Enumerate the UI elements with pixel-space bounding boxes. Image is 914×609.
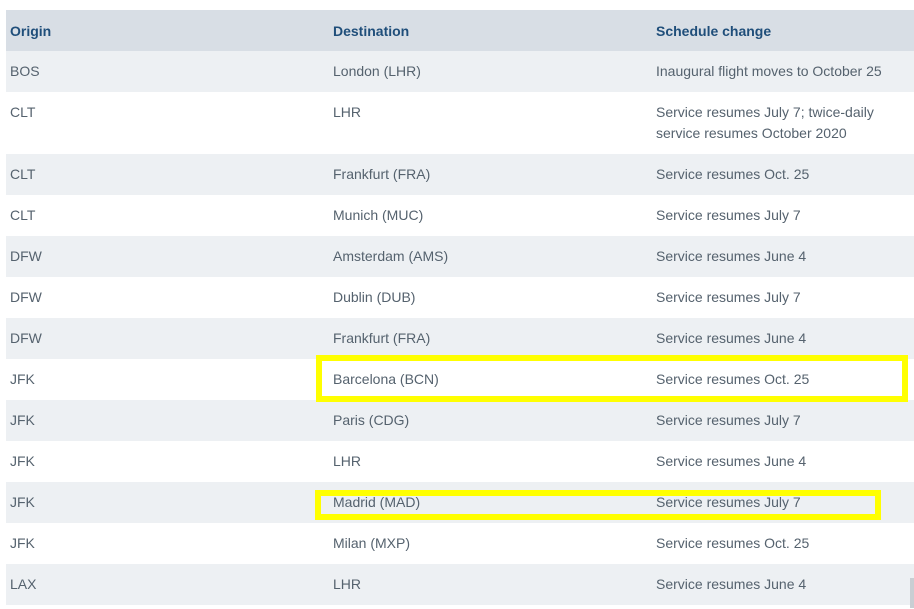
- cell-schedule-change: Inaugural flight moves to October 25: [656, 63, 882, 79]
- cell-schedule-change: Service resumes July 7: [656, 412, 801, 428]
- cell-origin: JFK: [10, 412, 35, 428]
- cell-destination: London (LHR): [333, 63, 421, 79]
- cell-schedule-change: Service resumes July 7: [656, 289, 801, 305]
- cell-destination: Paris (CDG): [333, 412, 410, 428]
- table-row: DFW Dublin (DUB) Service resumes July 7: [6, 277, 914, 318]
- cell-origin: JFK: [10, 494, 35, 510]
- cell-origin: JFK: [10, 453, 35, 469]
- cell-destination: LHR: [333, 104, 362, 120]
- cell-destination: Frankfurt (FRA): [333, 166, 431, 182]
- cell-schedule-change: Service resumes June 4: [656, 330, 807, 346]
- cell-schedule-change: Service resumes Oct. 25: [656, 535, 810, 551]
- cell-schedule-change: Service resumes July 7: [656, 207, 801, 223]
- cell-schedule-change: Service resumes June 4: [656, 248, 807, 264]
- table-row: LAX LHR Service resumes June 4: [6, 564, 914, 605]
- table-row: JFK Paris (CDG) Service resumes July 7: [6, 400, 914, 441]
- cell-origin: LAX: [10, 576, 37, 592]
- table-row: CLT Frankfurt (FRA) Service resumes Oct.…: [6, 154, 914, 195]
- cell-origin: CLT: [10, 104, 36, 120]
- table-header-row: Origin Destination Schedule change: [6, 10, 914, 51]
- cell-destination: LHR: [333, 576, 362, 592]
- cell-destination: Milan (MXP): [333, 535, 411, 551]
- cell-destination: Frankfurt (FRA): [333, 330, 431, 346]
- header-origin: Origin: [10, 23, 52, 39]
- cell-destination: Munich (MUC): [333, 207, 424, 223]
- cell-destination: Dublin (DUB): [333, 289, 416, 305]
- cell-destination: Madrid (MAD): [333, 494, 421, 510]
- cell-origin: DFW: [10, 330, 42, 346]
- cell-schedule-change: Service resumes Oct. 25: [656, 371, 810, 387]
- header-schedule-change: Schedule change: [656, 23, 772, 39]
- table-row: JFK Milan (MXP) Service resumes Oct. 25: [6, 523, 914, 564]
- schedule-table: Origin Destination Schedule change BOS L…: [6, 10, 914, 605]
- cell-origin: JFK: [10, 535, 35, 551]
- cell-schedule-change: Service resumes June 4: [656, 453, 807, 469]
- table-row: BOS London (LHR) Inaugural flight moves …: [6, 51, 914, 92]
- table-row: DFW Frankfurt (FRA) Service resumes June…: [6, 318, 914, 359]
- cell-origin: CLT: [10, 166, 36, 182]
- cell-origin: DFW: [10, 289, 42, 305]
- table-row: JFK Madrid (MAD) Service resumes July 7: [6, 482, 914, 523]
- table-row: DFW Amsterdam (AMS) Service resumes June…: [6, 236, 914, 277]
- cell-destination: Barcelona (BCN): [333, 371, 439, 387]
- cell-origin: JFK: [10, 371, 35, 387]
- cell-schedule-change: Service resumes July 7; twice-daily serv…: [656, 104, 874, 141]
- scrollbar-edge[interactable]: [910, 578, 914, 608]
- cell-destination: Amsterdam (AMS): [333, 248, 449, 264]
- cell-origin: CLT: [10, 207, 36, 223]
- cell-schedule-change: Service resumes July 7: [656, 494, 801, 510]
- header-destination: Destination: [333, 23, 410, 39]
- cell-schedule-change: Service resumes Oct. 25: [656, 166, 810, 182]
- cell-origin: BOS: [10, 63, 40, 79]
- table-row: CLT Munich (MUC) Service resumes July 7: [6, 195, 914, 236]
- table-row: JFK Barcelona (BCN) Service resumes Oct.…: [6, 359, 914, 400]
- cell-schedule-change: Service resumes June 4: [656, 576, 807, 592]
- table-row: CLT LHR Service resumes July 7; twice-da…: [6, 92, 914, 154]
- cell-destination: LHR: [333, 453, 362, 469]
- cell-origin: DFW: [10, 248, 42, 264]
- table-row: JFK LHR Service resumes June 4: [6, 441, 914, 482]
